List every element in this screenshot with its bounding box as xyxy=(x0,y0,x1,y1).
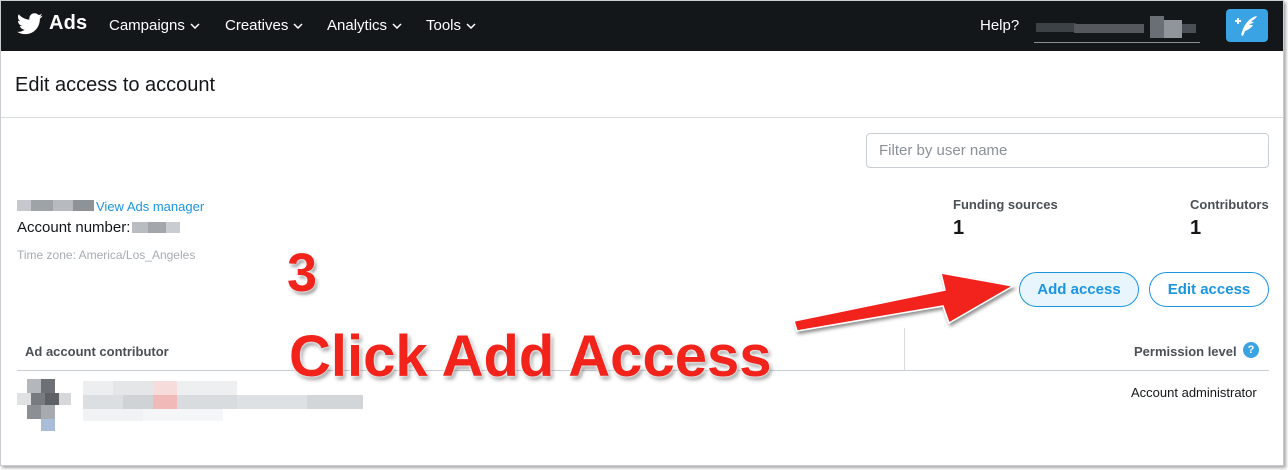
filter-user-input[interactable] xyxy=(866,133,1269,168)
help-icon[interactable]: ? xyxy=(1243,342,1259,358)
add-access-button[interactable]: Add access xyxy=(1019,272,1139,307)
nav-analytics[interactable]: Analytics xyxy=(327,17,402,34)
contributors-label: Contributors xyxy=(1190,197,1269,212)
chevron-down-icon xyxy=(392,22,402,29)
app-window: Ads Campaigns Creatives Analytics Tools … xyxy=(0,0,1284,466)
chevron-down-icon xyxy=(293,22,303,29)
chevron-down-icon xyxy=(190,22,200,29)
nav-tools[interactable]: Tools xyxy=(426,17,476,34)
nav-tools-label: Tools xyxy=(426,17,462,34)
timezone-text: Time zone: America/Los_Angeles xyxy=(17,248,196,262)
edit-access-button[interactable]: Edit access xyxy=(1149,272,1269,307)
help-link[interactable]: Help? xyxy=(980,17,1019,34)
permission-level-value: Account administrator xyxy=(1131,385,1257,400)
account-number-label: Account number: xyxy=(17,219,131,236)
account-number-redacted xyxy=(132,222,180,233)
column-separator xyxy=(904,328,905,370)
col-header-contributor[interactable]: Ad account contributor xyxy=(25,344,169,359)
top-nav: Ads Campaigns Creatives Analytics Tools … xyxy=(1,1,1283,51)
account-name-redacted xyxy=(17,200,94,211)
funding-sources-label: Funding sources xyxy=(953,197,1058,212)
compose-button[interactable] xyxy=(1226,9,1268,42)
chevron-down-icon xyxy=(466,22,476,29)
nav-creatives-label: Creatives xyxy=(225,17,289,34)
nav-campaigns-label: Campaigns xyxy=(109,17,185,34)
nav-campaigns[interactable]: Campaigns xyxy=(109,17,200,34)
nav-creatives[interactable]: Creatives xyxy=(225,17,303,34)
annotation-instruction: Click Add Access xyxy=(289,324,772,389)
annotation-step-number: 3 xyxy=(287,243,318,303)
brand-label: Ads xyxy=(49,12,88,34)
nav-analytics-label: Analytics xyxy=(327,17,388,34)
contributors-value: 1 xyxy=(1190,217,1202,239)
page-title: Edit access to account xyxy=(15,74,216,96)
header-divider xyxy=(1,117,1283,118)
account-switcher-redacted[interactable] xyxy=(1034,12,1200,43)
avatar xyxy=(17,379,71,431)
view-ads-manager-link[interactable]: View Ads manager xyxy=(96,199,204,214)
quill-plus-icon xyxy=(1235,15,1257,36)
twitter-bird-icon xyxy=(17,12,43,34)
brand[interactable]: Ads xyxy=(17,12,87,35)
col-header-permission[interactable]: Permission level xyxy=(1134,344,1237,359)
funding-sources-value: 1 xyxy=(953,217,965,239)
